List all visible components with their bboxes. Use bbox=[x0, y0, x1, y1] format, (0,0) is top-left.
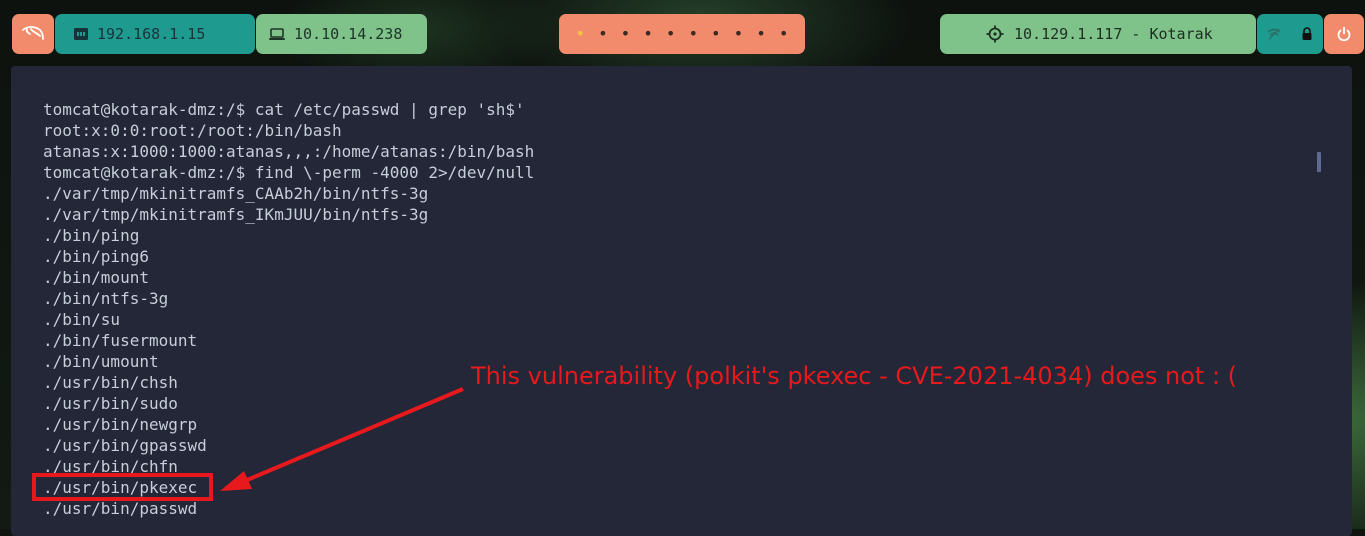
terminal-line: ./usr/bin/passwd bbox=[43, 499, 198, 518]
launcher-button[interactable] bbox=[12, 14, 54, 54]
vpn-ip-text: 10.10.14.238 bbox=[294, 25, 403, 43]
terminal-output: tomcat@kotarak-dmz:/$ cat /etc/passwd | … bbox=[43, 99, 534, 519]
annotation-highlight-box bbox=[32, 473, 213, 501]
terminal-line: ./bin/ping6 bbox=[43, 247, 149, 266]
terminal-line: ./var/tmp/mkinitramfs_CAAb2h/bin/ntfs-3g bbox=[43, 184, 429, 203]
workspace-5[interactable]: • bbox=[666, 26, 676, 42]
workspace-3[interactable]: • bbox=[621, 26, 631, 42]
terminal-line: atanas:x:1000:1000:atanas,,,:/home/atana… bbox=[43, 142, 535, 161]
power-icon bbox=[1337, 26, 1351, 42]
workspace-10[interactable]: • bbox=[779, 26, 789, 42]
lan-ip-text: 192.168.1.15 bbox=[97, 25, 206, 43]
terminal-line: ./usr/bin/newgrp bbox=[43, 415, 198, 434]
laptop-icon bbox=[269, 28, 285, 40]
kali-dragon-icon bbox=[22, 26, 44, 40]
workspace-7[interactable]: • bbox=[711, 26, 721, 42]
workspace-6[interactable]: • bbox=[688, 26, 698, 42]
workspace-2[interactable]: • bbox=[598, 26, 608, 42]
workspace-9[interactable]: • bbox=[756, 26, 766, 42]
vpn-ip-widget[interactable]: 10.10.14.238 bbox=[256, 14, 427, 54]
terminal-line: ./usr/bin/sudo bbox=[43, 394, 178, 413]
terminal-line: ./usr/bin/chsh bbox=[43, 373, 178, 392]
terminal-line: ./bin/umount bbox=[43, 352, 159, 371]
annotation-text: This vulnerability (polkit's pkexec - CV… bbox=[471, 362, 1238, 390]
terminal-line: tomcat@kotarak-dmz:/$ cat /etc/passwd | … bbox=[43, 100, 525, 119]
target-widget[interactable]: 10.129.1.117 - Kotarak bbox=[940, 14, 1256, 54]
power-button[interactable] bbox=[1324, 14, 1364, 54]
terminal-line: ./bin/mount bbox=[43, 268, 149, 287]
crosshair-icon bbox=[986, 25, 1004, 43]
terminal-line: ./var/tmp/mkinitramfs_IKmJUU/bin/ntfs-3g bbox=[43, 205, 429, 224]
scrollbar-thumb[interactable] bbox=[1317, 152, 1321, 172]
workspace-1[interactable]: • bbox=[575, 26, 585, 42]
terminal-line: ./bin/su bbox=[43, 310, 121, 329]
ethernet-icon bbox=[74, 28, 88, 40]
workspace-8[interactable]: • bbox=[734, 26, 744, 42]
workspace-4[interactable]: • bbox=[643, 26, 653, 42]
terminal-line: ./bin/ntfs-3g bbox=[43, 289, 169, 308]
terminal-line: ./bin/ping bbox=[43, 226, 140, 245]
terminal-window[interactable]: tomcat@kotarak-dmz:/$ cat /etc/passwd | … bbox=[11, 66, 1352, 536]
lan-ip-widget[interactable]: 192.168.1.15 bbox=[55, 14, 255, 54]
network-off-icon[interactable] bbox=[1267, 28, 1281, 40]
target-text: 10.129.1.117 - Kotarak bbox=[1014, 25, 1213, 43]
terminal-line: ./usr/bin/gpasswd bbox=[43, 436, 207, 455]
lock-icon[interactable] bbox=[1301, 27, 1313, 41]
terminal-line: ./bin/fusermount bbox=[43, 331, 198, 350]
workspace-switcher[interactable]: • • • • • • • • • • bbox=[559, 14, 805, 54]
status-icons bbox=[1257, 14, 1323, 54]
terminal-line: tomcat@kotarak-dmz:/$ find \-perm -4000 … bbox=[43, 163, 535, 182]
terminal-line: root:x:0:0:root:/root:/bin/bash bbox=[43, 121, 342, 140]
